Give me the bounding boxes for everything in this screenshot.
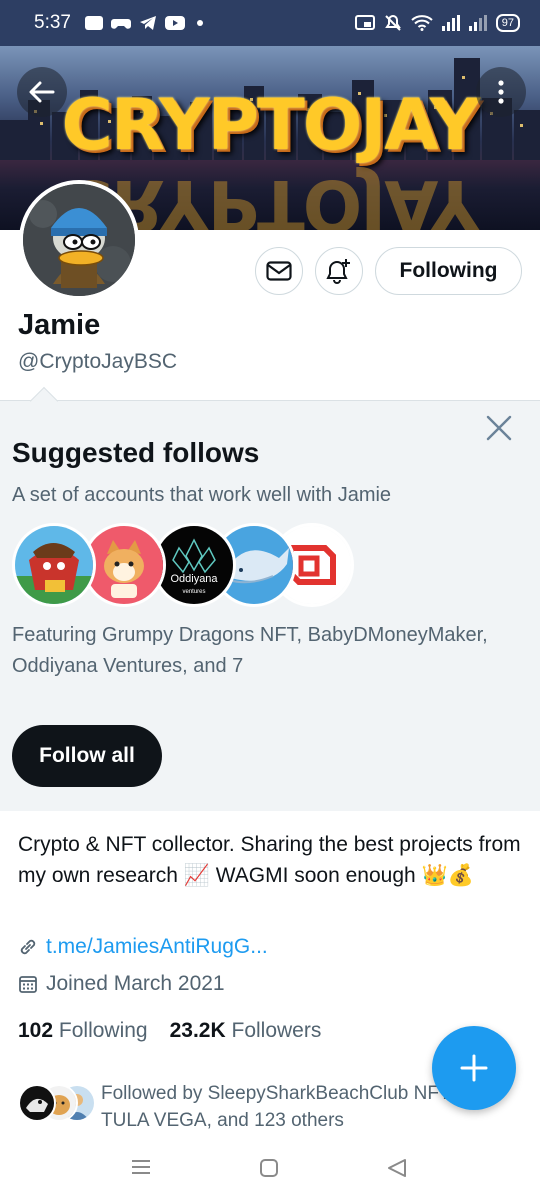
home-icon xyxy=(260,1159,278,1177)
suggested-follows-panel: Suggested follows A set of accounts that… xyxy=(0,386,540,811)
follow-all-button[interactable]: Follow all xyxy=(12,725,162,787)
plus-icon xyxy=(460,1054,488,1082)
following-button[interactable]: Following xyxy=(375,247,522,295)
system-icons: 97 xyxy=(354,14,520,32)
following-count: 102 xyxy=(18,1019,54,1042)
cast-icon xyxy=(354,15,375,30)
back-triangle-icon xyxy=(388,1159,406,1177)
notification-icons xyxy=(84,15,203,31)
oddiyana-avatar-subtext: ventures xyxy=(182,589,205,595)
controller-icon xyxy=(110,19,131,29)
shark-avatar-image xyxy=(20,1086,54,1120)
bell-plus-icon xyxy=(326,259,350,284)
following-count-link[interactable]: 102 Following xyxy=(18,1019,148,1043)
following-count-label: Following xyxy=(58,1019,148,1042)
suggested-avatars[interactable]: Oddiyana ventures xyxy=(12,523,354,607)
suggested-avatar-dragon[interactable] xyxy=(12,523,96,607)
wifi-icon xyxy=(411,15,433,31)
discord-icon xyxy=(84,16,103,30)
avatar-duck-image xyxy=(23,184,135,296)
arrow-left-icon xyxy=(29,81,55,103)
signal-icon xyxy=(441,15,460,31)
notifications-button[interactable] xyxy=(315,247,363,295)
oddiyana-avatar-text: Oddiyana xyxy=(170,573,218,585)
youtube-icon xyxy=(164,16,185,30)
link-icon xyxy=(20,939,36,955)
more-vertical-icon xyxy=(498,80,504,104)
back-button[interactable] xyxy=(17,67,67,117)
followed-by-text: Followed by SleepySharkBeachClub NFT, TU… xyxy=(101,1083,454,1131)
suggested-follows-subtitle: A set of accounts that work well with Ja… xyxy=(12,484,392,506)
dot-icon xyxy=(196,20,203,26)
compose-tweet-button[interactable] xyxy=(432,1026,516,1110)
recents-button[interactable] xyxy=(130,1158,152,1181)
suggested-follows-title: Suggested follows xyxy=(12,437,260,468)
system-back-button[interactable] xyxy=(386,1158,408,1183)
followers-count: 23.2K xyxy=(169,1019,226,1042)
follow-counts: 102 Following 23.2K Followers xyxy=(18,1019,321,1043)
joined-date-row: Joined March 2021 xyxy=(18,972,225,996)
home-button[interactable] xyxy=(259,1158,279,1183)
panel-notch xyxy=(29,386,59,416)
close-suggestions-button[interactable] xyxy=(484,415,514,445)
followers-count-link[interactable]: 23.2K Followers xyxy=(170,1019,322,1043)
profile-bio: Crypto & NFT collector. Sharing the best… xyxy=(18,833,521,887)
telegram-icon xyxy=(139,16,156,30)
message-button[interactable] xyxy=(255,247,303,295)
status-bar: 5:37 97 xyxy=(0,0,540,46)
shiba-avatar-image xyxy=(85,526,163,604)
signal-icon-2 xyxy=(468,15,487,31)
dragon-avatar-image xyxy=(15,526,93,604)
banner-title: CRYPTOJAY xyxy=(61,84,481,166)
status-time: 5:37 xyxy=(34,12,71,33)
display-name: Jamie xyxy=(18,309,101,341)
profile-avatar[interactable] xyxy=(19,180,139,300)
followers-count-label: Followers xyxy=(231,1019,322,1042)
followed-by-avatars xyxy=(18,1084,98,1124)
battery-icon: 97 xyxy=(495,14,520,32)
calendar-icon xyxy=(19,976,37,993)
follower-avatar-shark xyxy=(18,1084,56,1122)
oddiyana-avatar-image: Oddiyana ventures xyxy=(155,526,233,604)
more-options-button[interactable] xyxy=(476,67,526,117)
mute-icon xyxy=(384,14,401,31)
user-handle: @CryptoJayBSC xyxy=(18,350,178,373)
profile-link[interactable]: t.me/JamiesAntiRugG... xyxy=(46,935,268,959)
recents-icon xyxy=(132,1160,150,1174)
system-nav-bar xyxy=(0,1140,540,1200)
suggested-featuring-text: Featuring Grumpy Dragons NFT, BabyDMoney… xyxy=(12,624,488,677)
profile-link-row[interactable]: t.me/JamiesAntiRugG... xyxy=(18,935,268,959)
close-icon xyxy=(486,415,512,441)
joined-date: Joined March 2021 xyxy=(46,972,225,995)
mail-icon xyxy=(266,261,292,281)
